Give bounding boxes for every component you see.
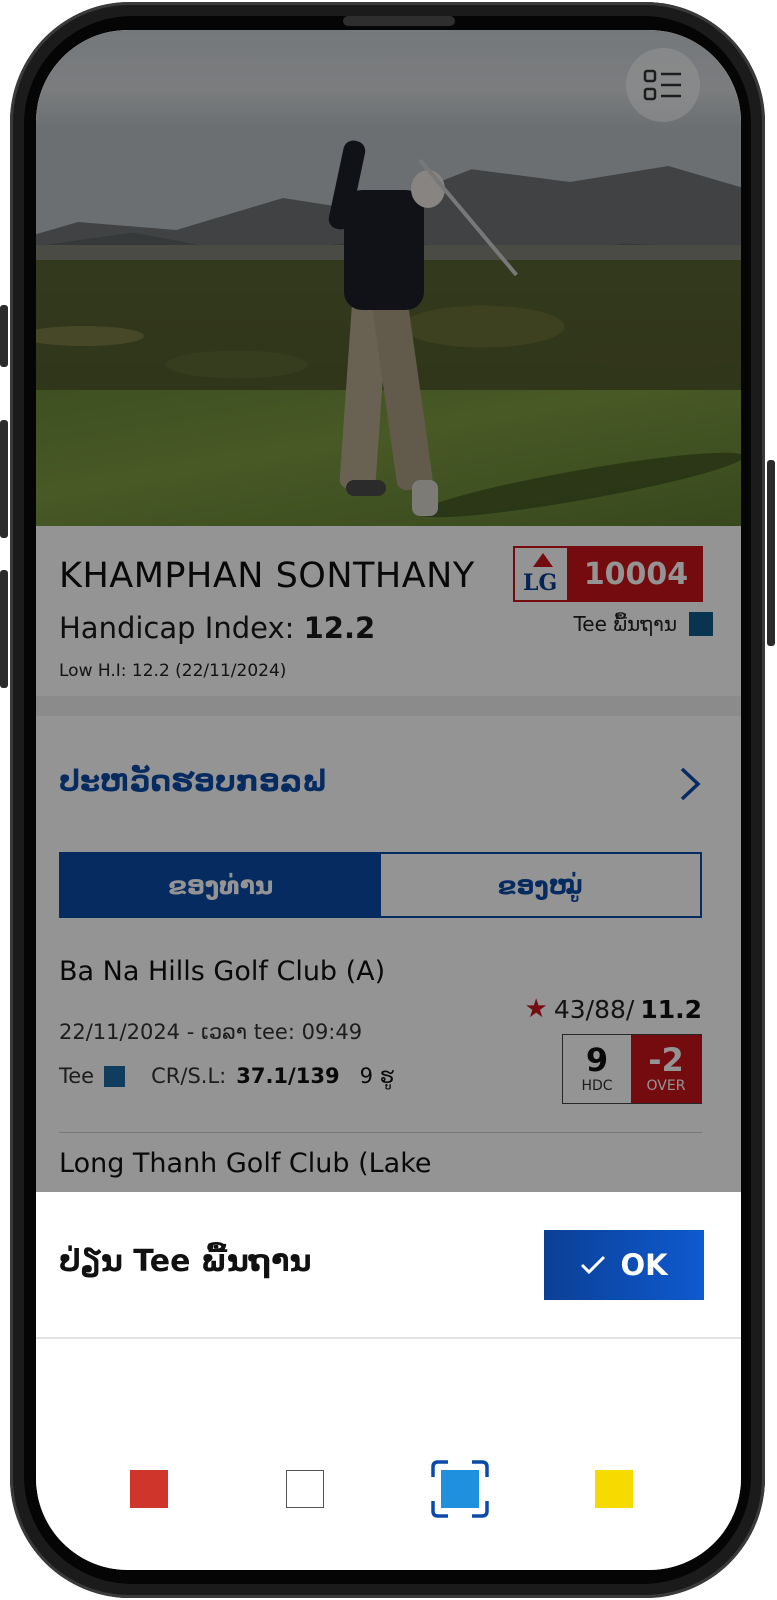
- speaker-grille: [343, 16, 455, 26]
- tee-color-white[interactable]: [286, 1470, 324, 1508]
- tee-picker-sheet: ປ່ຽນ Tee ພື້ນຖານ OK: [36, 1192, 741, 1570]
- selection-frame-icon: [431, 1460, 489, 1518]
- volume-up-button: [0, 420, 8, 538]
- ok-label: OK: [620, 1248, 668, 1282]
- silent-switch: [0, 305, 8, 367]
- power-button: [767, 460, 775, 646]
- tee-color-yellow[interactable]: [595, 1470, 633, 1508]
- tee-color-red[interactable]: [130, 1470, 168, 1508]
- sheet-title: ປ່ຽນ Tee ພື້ນຖານ: [59, 1244, 312, 1279]
- app-screen: KHAMPHAN SONTHANY Handicap Index: 12.2 L…: [36, 30, 741, 1570]
- checkmark-icon: [581, 1255, 606, 1275]
- ok-button[interactable]: OK: [544, 1230, 704, 1300]
- sheet-divider: [36, 1337, 741, 1339]
- volume-down-button: [0, 570, 8, 688]
